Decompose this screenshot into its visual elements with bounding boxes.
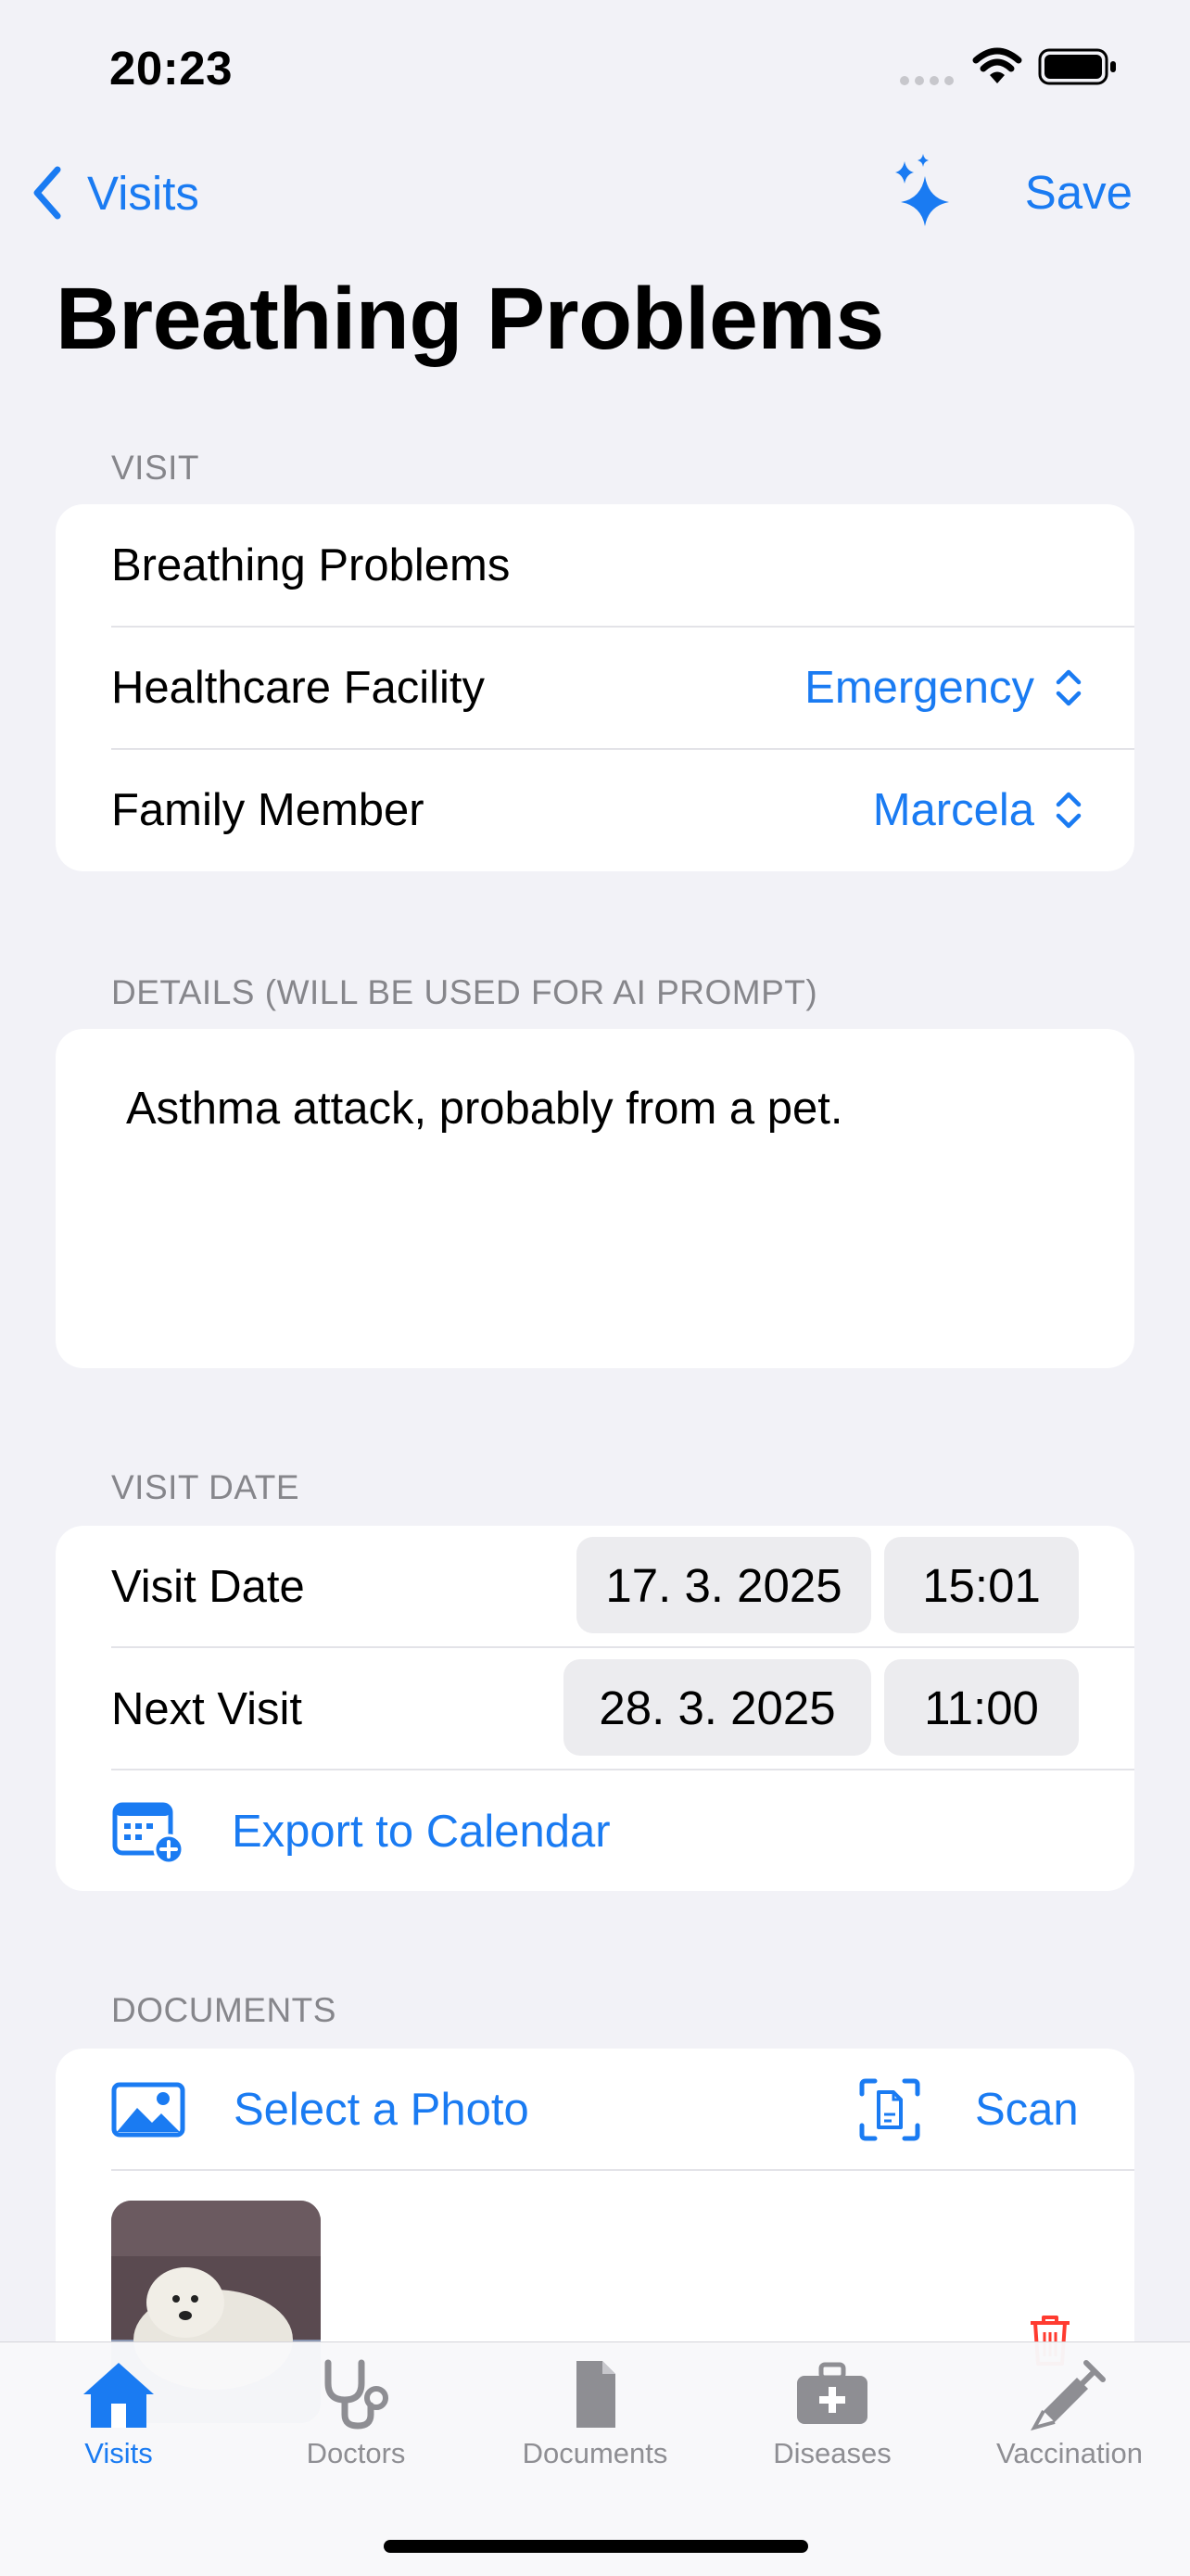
tab-label: Vaccination: [996, 2437, 1143, 2469]
tab-diseases[interactable]: Diseases: [721, 2357, 943, 2470]
divider: [111, 2169, 1134, 2171]
battery-icon: [1038, 48, 1118, 90]
family-member-picker[interactable]: Marcela: [873, 784, 1082, 836]
visit-section-header: VISIT: [111, 449, 200, 487]
details-textarea[interactable]: Asthma attack, probably from a pet.: [56, 1029, 1134, 1368]
tab-doctors[interactable]: Doctors: [245, 2357, 467, 2470]
back-button[interactable]: Visits: [32, 159, 199, 226]
next-visit-time-picker[interactable]: 11:00: [884, 1659, 1079, 1756]
document-scanner-icon: [859, 2078, 920, 2141]
healthcare-facility-label: Healthcare Facility: [111, 663, 486, 713]
visit-time-picker[interactable]: 15:01: [884, 1537, 1079, 1633]
tab-label: Diseases: [773, 2437, 892, 2469]
export-to-calendar-button[interactable]: Export to Calendar: [111, 1770, 1134, 1893]
tab-label: Doctors: [306, 2437, 406, 2469]
calendar-add-icon: [112, 1802, 184, 1864]
healthcare-facility-picker[interactable]: Emergency: [804, 662, 1082, 714]
scan-label: Scan: [975, 2085, 1079, 2135]
next-visit-label: Next Visit: [111, 1684, 303, 1734]
details-text: Asthma attack, probably from a pet.: [126, 1084, 843, 1134]
wifi-icon: [971, 46, 1023, 90]
visit-name-field[interactable]: Breathing Problems: [111, 504, 1134, 627]
chevron-up-down-icon: [1056, 669, 1082, 706]
family-member-value: Marcela: [872, 785, 1034, 835]
tab-documents[interactable]: Documents: [484, 2357, 706, 2470]
visit-date-section-header: VISIT DATE: [111, 1468, 300, 1506]
photo-icon: [111, 2082, 185, 2138]
visit-date-card: Visit Date 17. 3. 2025 15:01 Next Visit …: [56, 1526, 1134, 1891]
visit-card: Breathing Problems Healthcare Facility E…: [56, 504, 1134, 871]
page-title: Breathing Problems: [56, 270, 884, 368]
home-indicator: [384, 2540, 808, 2553]
visit-date-picker[interactable]: 17. 3. 2025: [576, 1537, 871, 1633]
scan-button[interactable]: Scan: [858, 2049, 1079, 2171]
chevron-left-icon: [33, 166, 61, 220]
export-to-calendar-label: Export to Calendar: [232, 1807, 611, 1857]
house-icon: [83, 2363, 154, 2428]
select-photo-label: Select a Photo: [234, 2085, 529, 2135]
family-member-row[interactable]: Family Member Marcela: [111, 749, 1134, 871]
status-time: 20:23: [109, 42, 233, 95]
chevron-up-down-icon: [1056, 792, 1082, 829]
family-member-label: Family Member: [111, 785, 424, 835]
healthcare-facility-value: Emergency: [804, 663, 1034, 713]
medkit-icon: [797, 2362, 867, 2424]
save-button[interactable]: Save: [1025, 165, 1133, 220]
tab-visits[interactable]: Visits: [7, 2357, 230, 2470]
cellular-signal-icon: [899, 74, 956, 92]
select-photo-button[interactable]: Select a Photo: [111, 2049, 529, 2171]
ai-sparkles-button[interactable]: [888, 152, 955, 231]
back-button-label: Visits: [87, 166, 199, 220]
syringe-icon: [1031, 2360, 1106, 2431]
sparkles-icon: [895, 154, 949, 226]
details-section-header: DETAILS (WILL BE USED FOR AI PROMPT): [111, 973, 818, 1011]
stethoscope-icon: [324, 2359, 388, 2430]
visit-name-value: Breathing Problems: [111, 540, 511, 590]
documents-section-header: DOCUMENTS: [111, 1991, 336, 2029]
next-visit-date-picker[interactable]: 28. 3. 2025: [563, 1659, 871, 1756]
visit-date-label: Visit Date: [111, 1562, 305, 1612]
document-icon: [576, 2361, 615, 2428]
tab-vaccination[interactable]: Vaccination: [958, 2357, 1181, 2470]
tab-label: Documents: [522, 2437, 668, 2469]
healthcare-facility-row[interactable]: Healthcare Facility Emergency: [111, 627, 1134, 749]
tab-label: Visits: [84, 2437, 153, 2469]
